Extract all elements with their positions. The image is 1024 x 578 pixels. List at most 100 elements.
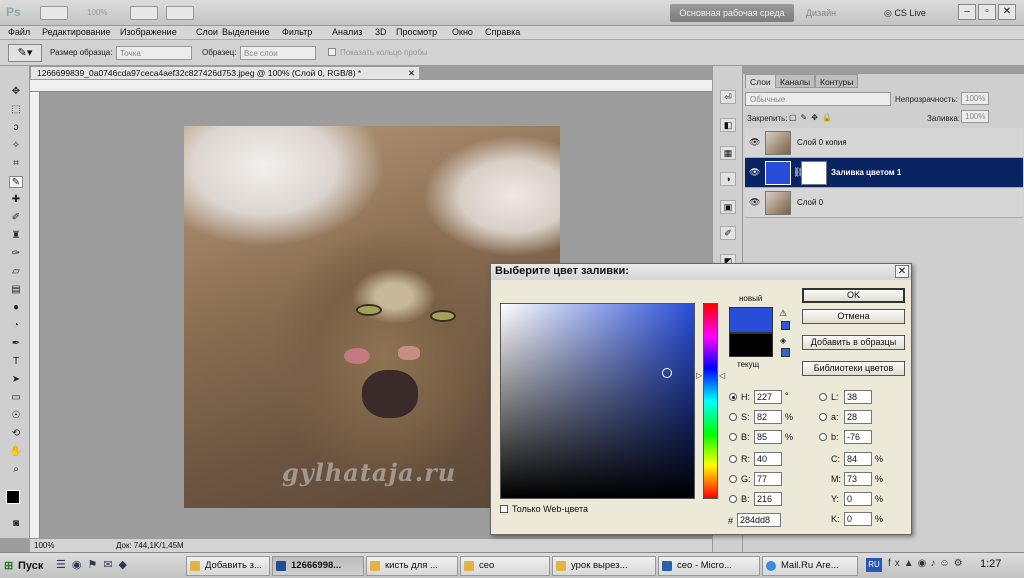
history-panel-icon[interactable]: ⏎ bbox=[720, 90, 736, 104]
menu-filter[interactable]: Фильтр bbox=[282, 27, 312, 37]
r-input[interactable]: 40 bbox=[754, 452, 782, 466]
current-color-swatch[interactable] bbox=[729, 333, 773, 357]
swatches-panel-icon[interactable]: ▦ bbox=[720, 146, 736, 160]
g-radio[interactable] bbox=[729, 475, 737, 483]
a-radio[interactable] bbox=[819, 413, 827, 421]
minimize-button[interactable]: – bbox=[958, 4, 976, 20]
g-input[interactable]: 77 bbox=[754, 472, 782, 486]
r-radio[interactable] bbox=[729, 455, 737, 463]
menu-layer[interactable]: Слои bbox=[196, 27, 218, 37]
web-colors-checkbox[interactable] bbox=[500, 505, 508, 513]
dodge-tool-icon[interactable]: ◔ bbox=[9, 320, 23, 332]
l-radio[interactable] bbox=[819, 393, 827, 401]
path-select-tool-icon[interactable]: ➤ bbox=[9, 374, 23, 386]
menu-view[interactable]: Просмотр bbox=[396, 27, 437, 37]
color-field[interactable] bbox=[500, 303, 695, 499]
adjustments-panel-icon[interactable]: ◑ bbox=[720, 172, 736, 186]
layer-row-selected[interactable]: 👁 ⛓ Заливка цветом 1 bbox=[745, 158, 1023, 188]
cs-live-button[interactable]: ◎ CS Live bbox=[884, 4, 944, 22]
quick-launch-icons[interactable]: ☰◉⚑✉◆ bbox=[56, 558, 176, 574]
blur-tool-icon[interactable]: ● bbox=[9, 302, 23, 314]
language-indicator[interactable]: RU bbox=[866, 558, 882, 572]
workspace-essentials-button[interactable]: Основная рабочая среда bbox=[670, 4, 794, 22]
menu-edit[interactable]: Редактирование bbox=[42, 27, 111, 37]
fill-color-thumbnail[interactable] bbox=[765, 161, 791, 185]
b-radio[interactable] bbox=[729, 433, 737, 441]
gradient-tool-icon[interactable]: ▤ bbox=[9, 284, 23, 296]
s-radio[interactable] bbox=[729, 413, 737, 421]
eraser-tool-icon[interactable]: ▱ bbox=[9, 266, 23, 278]
add-to-swatches-button[interactable]: Добавить в образцы bbox=[802, 335, 905, 350]
menu-analysis[interactable]: Анализ bbox=[332, 27, 362, 37]
arrange-documents-icon[interactable] bbox=[166, 6, 194, 20]
y-input[interactable]: 0 bbox=[844, 492, 872, 506]
shape-tool-icon[interactable]: ▭ bbox=[9, 392, 23, 404]
hue-slider[interactable] bbox=[703, 303, 718, 499]
tab-paths[interactable]: Контуры bbox=[815, 74, 859, 88]
b-input[interactable]: 85 bbox=[754, 430, 782, 444]
task-folder-seo[interactable]: сео bbox=[460, 556, 550, 576]
document-tab[interactable]: 1266699839_0a0746cda97ceca4aef32c827426d… bbox=[30, 66, 420, 80]
hue-slider-left-arrow-icon[interactable]: ▷ bbox=[696, 371, 702, 380]
fill-input[interactable]: 100% bbox=[961, 110, 989, 123]
zoom-tool-icon[interactable]: ⌕ bbox=[9, 464, 23, 476]
hand-tool-icon[interactable]: ✋ bbox=[9, 446, 23, 458]
close-button[interactable]: ✕ bbox=[998, 4, 1016, 20]
task-browser[interactable]: Добавить з... bbox=[186, 556, 270, 576]
color-picker-cursor[interactable] bbox=[662, 368, 672, 378]
menu-3d[interactable]: 3D bbox=[375, 27, 387, 37]
color-libraries-button[interactable]: Библиотеки цветов bbox=[802, 361, 905, 376]
document-tab-close-icon[interactable]: ✕ bbox=[408, 68, 415, 79]
h-radio[interactable] bbox=[729, 393, 737, 401]
task-mailru-agent[interactable]: Mail.Ru Аге... bbox=[762, 556, 858, 576]
blue-radio[interactable] bbox=[729, 495, 737, 503]
color-panel-icon[interactable]: ◧ bbox=[720, 118, 736, 132]
layer-row[interactable]: 👁 Слой 0 bbox=[745, 188, 1023, 218]
bridge-icon[interactable] bbox=[40, 6, 68, 20]
sampling-ring-checkbox[interactable] bbox=[328, 48, 336, 56]
eyedropper-tool-icon[interactable]: ✎ bbox=[9, 176, 23, 188]
eye-icon[interactable]: 👁 bbox=[749, 167, 761, 177]
task-lesson[interactable]: урок вырез... bbox=[552, 556, 656, 576]
menu-image[interactable]: Изображение bbox=[120, 27, 177, 37]
task-folder-brush[interactable]: кисть для ... bbox=[366, 556, 458, 576]
web-safe-color-swatch[interactable] bbox=[781, 348, 790, 357]
lock-icons[interactable]: ▢✎✥🔒 bbox=[789, 113, 836, 122]
layer-mask-thumbnail[interactable] bbox=[801, 161, 827, 185]
tab-channels[interactable]: Каналы bbox=[775, 74, 816, 88]
blend-mode-select[interactable]: Обычные bbox=[745, 92, 891, 106]
sample-size-select[interactable]: Точка bbox=[116, 46, 192, 60]
quick-mask-icon[interactable]: ◙ bbox=[9, 518, 23, 530]
menu-file[interactable]: Файл bbox=[8, 27, 30, 37]
task-photoshop[interactable]: 12666998... bbox=[272, 556, 364, 576]
task-word[interactable]: сео - Micro... bbox=[658, 556, 760, 576]
eye-icon[interactable]: 👁 bbox=[749, 137, 761, 147]
l-input[interactable]: 38 bbox=[844, 390, 872, 404]
history-brush-tool-icon[interactable]: ✑ bbox=[9, 248, 23, 260]
eye-icon[interactable]: 👁 bbox=[749, 197, 761, 207]
zoom-select[interactable]: 100% bbox=[84, 6, 124, 20]
m-input[interactable]: 73 bbox=[844, 472, 872, 486]
h-input[interactable]: 227 bbox=[754, 390, 782, 404]
s-input[interactable]: 82 bbox=[754, 410, 782, 424]
clone-stamp-tool-icon[interactable]: ♜ bbox=[9, 230, 23, 242]
dialog-close-icon[interactable]: ✕ bbox=[895, 265, 909, 278]
gamut-warning-icon[interactable]: ⚠ bbox=[779, 308, 787, 319]
layer-row[interactable]: 👁 Слой 0 копия bbox=[745, 128, 1023, 158]
start-button[interactable]: ⊞ Пуск bbox=[2, 556, 52, 576]
marquee-tool-icon[interactable]: ⬚ bbox=[9, 104, 23, 116]
web-safe-warning-icon[interactable]: ◈ bbox=[780, 336, 786, 345]
k-input[interactable]: 0 bbox=[844, 512, 872, 526]
workspace-design-button[interactable]: Дизайн bbox=[798, 4, 844, 22]
menu-help[interactable]: Справка bbox=[485, 27, 520, 37]
maximize-button[interactable]: ▫ bbox=[978, 4, 996, 20]
gamut-color-swatch[interactable] bbox=[781, 321, 790, 330]
c-input[interactable]: 84 bbox=[844, 452, 872, 466]
menu-select[interactable]: Выделение bbox=[222, 27, 270, 37]
lab-b-radio[interactable] bbox=[819, 433, 827, 441]
brush-tool-icon[interactable]: ✐ bbox=[9, 212, 23, 224]
lab-b-input[interactable]: -76 bbox=[844, 430, 872, 444]
hue-slider-right-arrow-icon[interactable]: ◁ bbox=[719, 371, 725, 380]
move-tool-icon[interactable]: ✥ bbox=[9, 86, 23, 98]
type-tool-icon[interactable]: T bbox=[9, 356, 23, 368]
